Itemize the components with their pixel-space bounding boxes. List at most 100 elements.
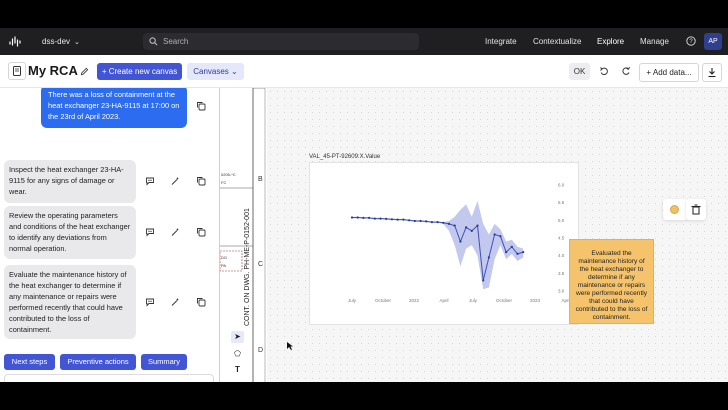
help-icon[interactable]: ? [686, 36, 696, 46]
drawing-grid-letter: C [258, 261, 264, 268]
document-icon [13, 66, 21, 76]
chart-card[interactable]: 3.0 3.5 4.0 4.5 5.0 5.5 6.0 July October 2022 Apri… [309, 162, 579, 325]
timeseries-chart: 3.0 3.5 4.0 4.5 5.0 5.5 6.0 July October 2022 Apri… [348, 183, 571, 304]
magic-button[interactable] [167, 294, 183, 310]
ok-button[interactable]: OK [569, 63, 590, 80]
search-icon [149, 37, 158, 46]
magic-wand-icon [171, 177, 180, 185]
chart-x-tick-label: July [348, 298, 357, 303]
text-tool-icon[interactable]: T [231, 364, 244, 376]
nav-contextualize[interactable]: Contextualize [533, 37, 581, 46]
download-icon [708, 68, 716, 78]
chart-point [356, 216, 359, 219]
download-button[interactable] [702, 63, 722, 82]
copy-button[interactable] [193, 173, 209, 189]
copy-button[interactable] [193, 294, 209, 310]
document-button[interactable] [8, 62, 26, 80]
copy-icon [197, 177, 206, 186]
search-input[interactable]: Search [143, 33, 419, 50]
app-logo-icon[interactable] [9, 36, 21, 47]
undo-icon[interactable] [599, 66, 609, 76]
svg-text:?: ? [689, 39, 693, 45]
add-data-button[interactable]: + Add data... [639, 63, 699, 82]
search-placeholder: Search [163, 37, 189, 46]
suggestion-card[interactable]: Evaluate the maintenance history of the … [4, 265, 136, 339]
chart-x-tick-label: April [439, 298, 448, 303]
sticky-note[interactable]: Evaluated the maintenance history of the… [569, 239, 654, 324]
chart-point [362, 216, 365, 219]
comment-icon [146, 228, 154, 237]
comment-button[interactable] [142, 294, 158, 310]
select-tool-icon[interactable]: ➤ [231, 331, 244, 343]
chart-y-tick-label: 3.5 [558, 271, 565, 276]
user-avatar[interactable]: AP [704, 33, 722, 50]
drawing-vertical-text: CONT. ON DWG. PH-ME-P-0152-001 [244, 208, 251, 326]
top-navigation: dss-dev ⌄ Search Integrate Contextualize … [0, 28, 728, 55]
chart-y-tick-label: 5.5 [558, 200, 565, 205]
drawing-grid-letter: B [258, 176, 263, 183]
chart-y-tick-label: 4.5 [558, 236, 565, 241]
chart-point [408, 219, 411, 222]
magic-button[interactable] [167, 224, 183, 240]
chip-next-steps[interactable]: Next steps [4, 354, 55, 370]
chart-point [459, 240, 462, 243]
chart-point [487, 256, 490, 259]
mouse-cursor-icon [287, 342, 293, 350]
chart-point [499, 235, 502, 238]
suggestion-card[interactable]: Inspect the heat exchanger 23-HA-9115 fo… [4, 160, 136, 203]
chart-point [368, 216, 371, 219]
canvases-label: Canvases [193, 67, 229, 76]
sticky-tool-icon[interactable]: ▭ [231, 379, 244, 382]
nav-integrate[interactable]: Integrate [485, 37, 517, 46]
chart-point [470, 229, 473, 232]
comment-icon [146, 298, 154, 307]
create-canvas-button[interactable]: + Create new canvas [97, 63, 182, 80]
drawing-label: PA [221, 263, 227, 268]
message-input[interactable]: Type a message... [4, 374, 214, 382]
pencil-icon[interactable] [80, 67, 89, 76]
project-selector[interactable]: dss-dev ⌄ [42, 37, 80, 46]
chip-summary[interactable]: Summary [141, 354, 187, 370]
shape-tool-icon[interactable]: ⬠ [231, 348, 244, 360]
chart-point [436, 221, 439, 224]
magic-button[interactable] [167, 173, 183, 189]
chart-point [419, 219, 422, 223]
chart-point [373, 217, 376, 220]
magic-wand-icon [171, 228, 180, 236]
chart-point [493, 233, 496, 236]
chart-point [465, 226, 468, 229]
chart-x-tick-label: July [469, 298, 478, 303]
chart-title: VAL_45-PT-92609:X.Value [309, 154, 381, 160]
chart-point [476, 224, 479, 227]
chart-point [379, 217, 382, 220]
chart-point [402, 218, 405, 221]
chart-point [390, 218, 393, 221]
canvases-dropdown[interactable]: Canvases ⌄ [187, 63, 244, 80]
chip-preventive-actions[interactable]: Preventive actions [60, 354, 136, 370]
copy-button[interactable] [193, 98, 209, 114]
chat-panel: There was a loss of containment at the h… [0, 88, 219, 382]
trash-icon [691, 204, 701, 215]
nav-manage[interactable]: Manage [640, 37, 669, 46]
chart-point [505, 251, 508, 254]
page-title: My RCA [28, 63, 78, 78]
chart-x-tick-label: October [496, 298, 513, 303]
copy-button[interactable] [193, 224, 209, 240]
copy-icon [197, 298, 206, 307]
comment-button[interactable] [142, 224, 158, 240]
chart-point [516, 252, 519, 255]
suggestion-card[interactable]: Review the operating parameters and cond… [4, 206, 136, 259]
chart-point [447, 222, 451, 225]
chart-point [350, 216, 354, 219]
chart-point [413, 219, 416, 223]
chevron-down-icon: ⌄ [74, 39, 80, 46]
drawing-label: DG [221, 255, 227, 260]
delete-button[interactable] [686, 199, 706, 220]
refresh-icon[interactable] [621, 66, 631, 76]
comment-button[interactable] [142, 173, 158, 189]
chart-point [430, 221, 433, 224]
chart-point [442, 221, 445, 224]
note-color-button[interactable] [663, 199, 688, 220]
copy-icon [197, 228, 206, 237]
nav-explore[interactable]: Explore [597, 37, 624, 46]
